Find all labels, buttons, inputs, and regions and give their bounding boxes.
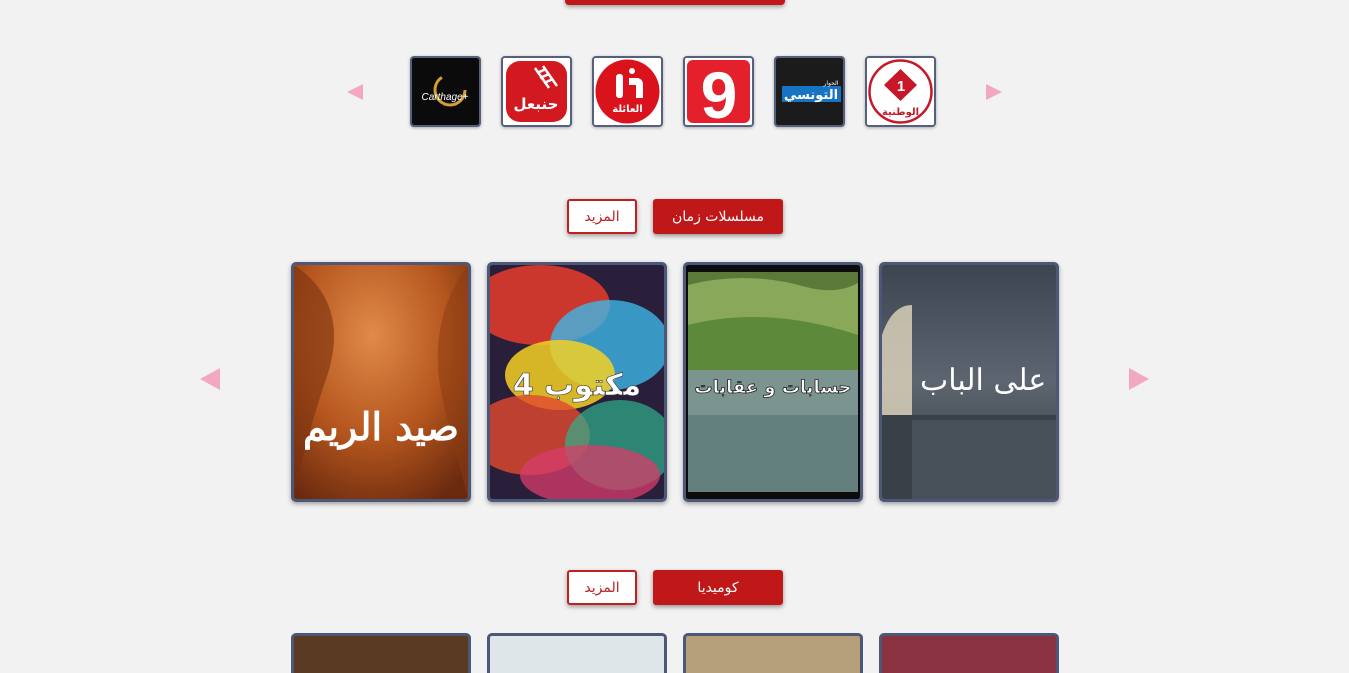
channel-el-hiwar-9[interactable]: 9 xyxy=(683,56,754,127)
hannibal-logo: حنبعل xyxy=(503,58,570,125)
channel-carthage-plus[interactable]: Carthage+ xyxy=(410,56,481,127)
svg-text:Carthage+: Carthage+ xyxy=(422,92,469,103)
svg-text:ب على الباب: ب على الباب xyxy=(920,363,1056,398)
svg-text:التونسي: التونسي xyxy=(784,88,838,103)
svg-text:9: 9 xyxy=(701,58,738,125)
channel-nessma-family[interactable]: العائلة xyxy=(592,56,663,127)
channels-next-arrow[interactable] xyxy=(986,84,1002,100)
comedy-poster-1[interactable] xyxy=(291,633,471,673)
channel-hannibal[interactable]: حنبعل xyxy=(501,56,572,127)
poster-hsabat-w-aqabat[interactable]: حسابات و عقابات xyxy=(683,262,863,502)
svg-text:حنبعل: حنبعل xyxy=(514,95,559,113)
poster-maktoub-4[interactable]: مكتوب 4 xyxy=(487,262,667,502)
section-2-more-button[interactable]: المزيد xyxy=(567,570,637,605)
poster-hsabat-w-aqabat-image: حسابات و عقابات xyxy=(686,265,860,499)
channel-el-hiwar-ettounsi[interactable]: الحوار التونسي xyxy=(774,56,845,127)
poster-ala-el-bab-image: ب على الباب xyxy=(882,265,1056,499)
svg-text:حسابات و عقابات: حسابات و عقابات xyxy=(695,377,852,398)
channels-prev-arrow[interactable] xyxy=(347,84,363,100)
comedy-poster-4[interactable] xyxy=(879,633,1059,673)
svg-text:1: 1 xyxy=(897,78,905,95)
svg-text:مكتوب 4: مكتوب 4 xyxy=(513,368,642,403)
section-1-more-button[interactable]: المزيد xyxy=(567,199,637,234)
poster-ala-el-bab[interactable]: ب على الباب xyxy=(879,262,1059,502)
el-hiwar-9-logo: 9 xyxy=(685,58,752,125)
series-next-arrow[interactable] xyxy=(1129,368,1149,390)
section-1-title-button[interactable]: مسلسلات زمان xyxy=(653,199,783,234)
svg-text:الوطنية: الوطنية xyxy=(882,107,919,118)
el-hiwar-ettounsi-logo: الحوار التونسي xyxy=(776,58,843,125)
channel-el-watania-1[interactable]: 1 الوطنية xyxy=(865,56,936,127)
comedy-poster-2[interactable] xyxy=(487,633,667,673)
svg-text:صيد الريم: صيد الريم xyxy=(303,404,459,450)
carthage-plus-logo: Carthage+ xyxy=(412,58,479,125)
comedy-poster-3[interactable] xyxy=(683,633,863,673)
svg-text:العائلة: العائلة xyxy=(612,104,642,115)
section-2-title-button[interactable]: كوميديا xyxy=(653,570,783,605)
top-section-button[interactable] xyxy=(565,0,785,5)
series-prev-arrow[interactable] xyxy=(200,368,220,390)
nessma-family-logo: العائلة xyxy=(594,58,661,125)
el-watania-1-logo: 1 الوطنية xyxy=(867,58,934,125)
poster-sid-el-rim-image: صيد الريم xyxy=(294,265,468,499)
poster-sid-el-rim[interactable]: صيد الريم xyxy=(291,262,471,502)
poster-maktoub-4-image: مكتوب 4 xyxy=(490,265,664,499)
svg-text:الحوار: الحوار xyxy=(822,80,838,87)
